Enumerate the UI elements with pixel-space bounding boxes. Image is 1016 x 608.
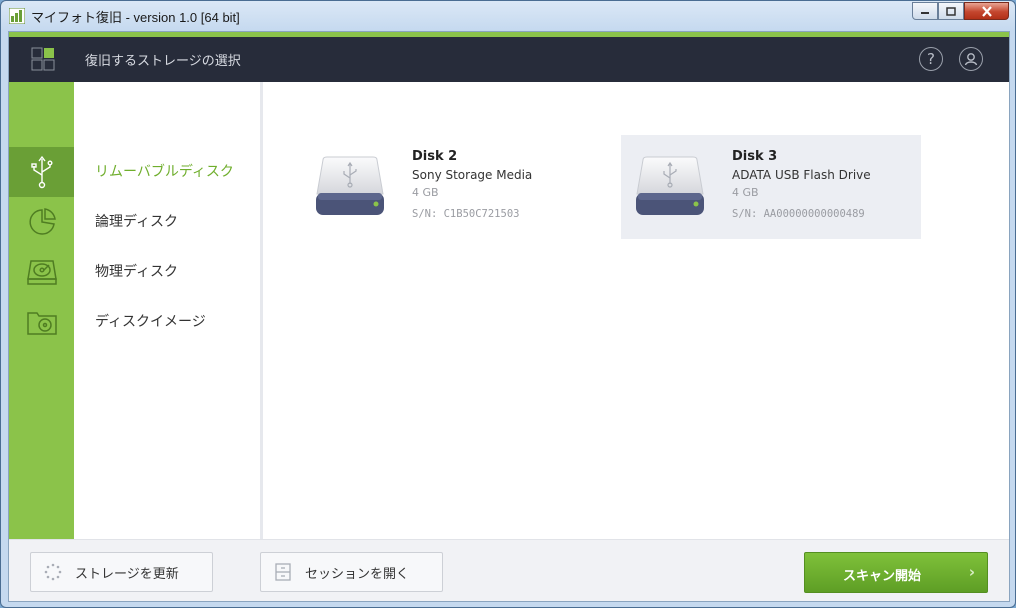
- nav-item-disk-image[interactable]: ディスクイメージ: [95, 297, 206, 347]
- usb-drive-icon: [636, 156, 704, 215]
- app-icon: [9, 8, 25, 24]
- help-icon: ?: [927, 50, 935, 68]
- sidebar-icon-removable[interactable]: [9, 147, 74, 197]
- disk-name: Disk 2: [412, 149, 458, 164]
- storage-type-nav: リムーバブルディスク 論理ディスク 物理ディスク ディスクイメージ: [74, 82, 260, 539]
- nav-item-physical-disk[interactable]: 物理ディスク: [95, 247, 178, 297]
- disk-serial: S/N: C1B50C721503: [412, 208, 520, 220]
- footer-bar: ストレージを更新 セッションを開く スキャン開始 ›: [9, 539, 1009, 601]
- disk-serial: S/N: AA00000000000489: [732, 208, 865, 220]
- hard-disk-icon: [26, 260, 57, 285]
- client-area: 復旧するストレージの選択 ? リムーバブルディスク 論理ディスク 物理ディスク …: [8, 31, 1010, 602]
- refresh-spinner-icon: [44, 563, 62, 581]
- nav-item-logical-disk[interactable]: 論理ディスク: [95, 197, 178, 247]
- disk-model: ADATA USB Flash Drive: [732, 168, 871, 182]
- nav-item-removable-disk[interactable]: リムーバブルディスク: [95, 147, 234, 197]
- sidebar-icon-strip: [9, 82, 74, 539]
- pie-partition-icon: [28, 208, 56, 235]
- start-scan-button[interactable]: スキャン開始 ›: [804, 552, 988, 593]
- title-bar[interactable]: マイフォト復旧 - version 1.0 [64 bit]: [1, 1, 1015, 31]
- close-button[interactable]: [964, 2, 1009, 20]
- maximize-icon: [946, 6, 956, 16]
- chevron-right-icon: ›: [968, 563, 975, 581]
- start-scan-label: スキャン開始: [843, 569, 922, 584]
- usb-drive-icon: [316, 156, 384, 215]
- header-bar: 復旧するストレージの選択 ?: [9, 37, 1009, 82]
- sidebar-icon-physical[interactable]: [9, 247, 74, 297]
- disk-model: Sony Storage Media: [412, 168, 533, 182]
- maximize-button[interactable]: [938, 2, 964, 20]
- disk-image-folder-icon: [26, 312, 57, 335]
- sidebar-icon-logical[interactable]: [9, 197, 74, 247]
- minimize-button[interactable]: [912, 2, 938, 20]
- user-button[interactable]: [959, 47, 983, 71]
- close-icon: [981, 5, 992, 17]
- disk-name: Disk 3: [732, 149, 778, 164]
- application-window: マイフォト復旧 - version 1.0 [64 bit] 復旧するストレージ…: [0, 0, 1016, 608]
- user-icon: [964, 53, 978, 66]
- window-title: マイフォト復旧 - version 1.0 [64 bit]: [31, 10, 240, 25]
- open-session-label: セッションを開く: [305, 566, 410, 582]
- help-button[interactable]: ?: [919, 47, 943, 71]
- sidebar-icon-image[interactable]: [9, 297, 74, 347]
- usb-icon: [30, 155, 53, 189]
- disk-size: 4 GB: [732, 186, 759, 199]
- refresh-storage-label: ストレージを更新: [75, 566, 179, 582]
- open-session-button[interactable]: セッションを開く: [260, 552, 443, 592]
- disk-list: Disk 2 Sony Storage Media 4 GB S/N: C1B5…: [263, 82, 1009, 539]
- cabinet-icon: [275, 563, 291, 581]
- app-logo-icon: [31, 47, 55, 71]
- disk-size: 4 GB: [412, 186, 439, 199]
- page-title: 復旧するストレージの選択: [85, 54, 241, 69]
- refresh-storage-button[interactable]: ストレージを更新: [30, 552, 213, 592]
- disk-item-selected[interactable]: Disk 3 ADATA USB Flash Drive 4 GB S/N: A…: [621, 135, 921, 239]
- minimize-icon: [921, 12, 929, 14]
- disk-item[interactable]: Disk 2 Sony Storage Media 4 GB S/N: C1B5…: [301, 135, 601, 239]
